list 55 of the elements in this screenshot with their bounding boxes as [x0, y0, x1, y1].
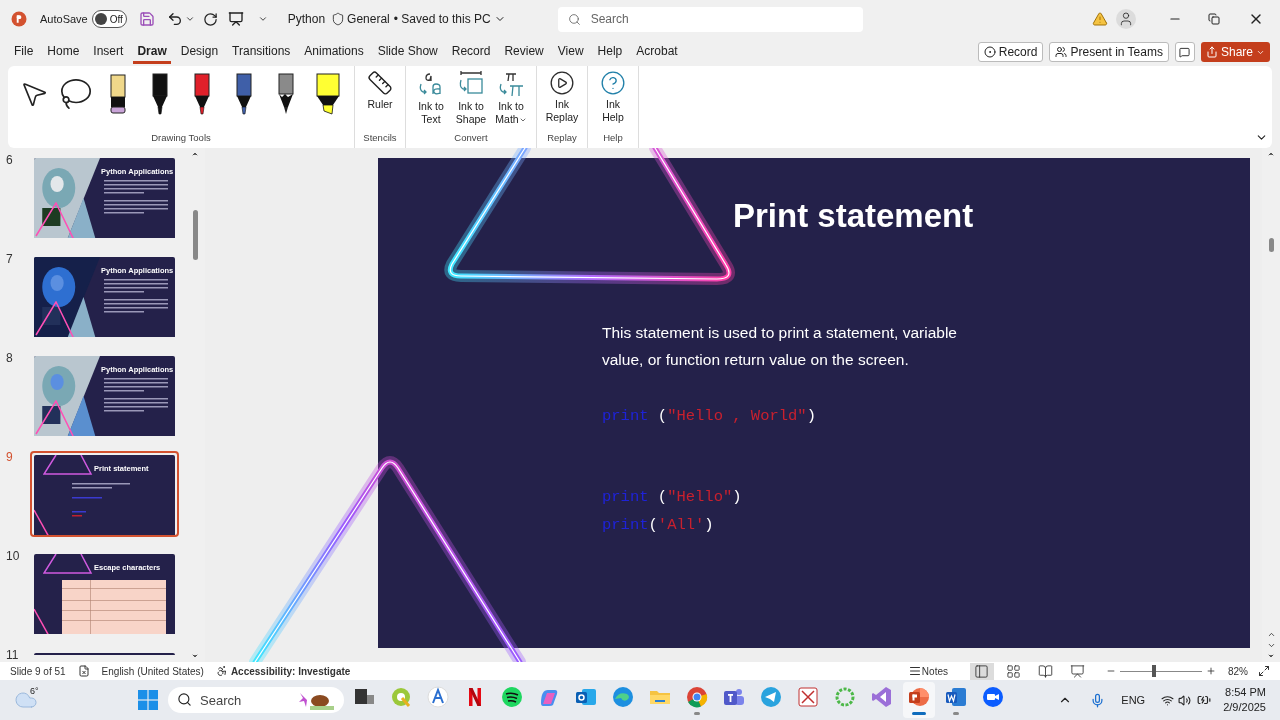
ribbon-tab[interactable]: Home: [43, 40, 84, 64]
notes-button[interactable]: Notes: [908, 663, 948, 679]
record-button[interactable]: Record: [977, 42, 1044, 62]
temperature: 6°: [30, 685, 39, 698]
slide-body-text: This statement is used to print a statement, variable value, or function return value on the screen.: [602, 323, 958, 370]
date: 2/9/2025: [1223, 700, 1266, 715]
group-label: Help: [602, 130, 624, 145]
code-line: print ("Hello"): [602, 487, 742, 508]
accessibility-status[interactable]: Accessibility: Investigate: [230, 663, 351, 679]
clock[interactable]: 8:54 PM 2/9/2025: [1223, 685, 1266, 715]
slide-number: 6: [6, 154, 14, 166]
ribbon-button[interactable]: Ink to Text: [412, 70, 450, 126]
code-line: print('All'): [602, 515, 715, 536]
zoom-level[interactable]: 82%: [1228, 663, 1248, 679]
time: 8:54 PM: [1225, 685, 1266, 700]
weather-widget[interactable]: 6°: [14, 688, 44, 712]
slide-number: 9: [6, 451, 14, 463]
taskbar-search-field[interactable]: Search: [168, 687, 344, 713]
ribbon-tab[interactable]: Help: [593, 40, 627, 64]
autosave-label: AutoSave: [40, 11, 88, 27]
ribbon-button[interactable]: Ink to Shape: [452, 70, 490, 126]
ribbon-tab[interactable]: Slide Show: [373, 40, 442, 64]
slide-number: 11: [6, 649, 20, 661]
group-label: Drawing Tools: [150, 130, 212, 145]
language-label[interactable]: English (United States): [101, 663, 204, 679]
ribbon-tab[interactable]: File: [10, 40, 38, 64]
sensitivity-label: General: [347, 11, 390, 28]
share-button[interactable]: Share: [1200, 42, 1270, 62]
code-line: print ("Hello , World"): [602, 406, 816, 427]
slide-title: Print statement: [733, 196, 974, 236]
ribbon-tab[interactable]: View: [553, 40, 588, 64]
search-field[interactable]: Search: [557, 6, 863, 32]
group-label: Replay: [546, 130, 578, 145]
slide-count: Slide 9 of 51: [10, 664, 66, 679]
group-label: Stencils: [362, 130, 398, 145]
ribbon-button[interactable]: Ink Replay: [543, 70, 581, 124]
group-label: Convert: [453, 130, 489, 145]
ribbon-tab[interactable]: Insert: [89, 40, 128, 64]
ribbon-tab[interactable]: Animations: [300, 40, 368, 64]
ribbon-tab[interactable]: Review: [500, 40, 548, 64]
ribbon-tab[interactable]: Record: [447, 40, 495, 64]
file-name: Python: [287, 11, 326, 28]
ribbon-tab[interactable]: Design: [176, 40, 223, 64]
ribbon-button[interactable]: Ruler: [361, 70, 399, 111]
slide-number: 8: [6, 352, 14, 364]
autosave-toggle[interactable]: Off: [91, 10, 127, 28]
ribbon-tab[interactable]: Acrobat: [632, 40, 682, 64]
slide-number: 7: [6, 253, 14, 265]
ribbon-tab[interactable]: Transitions: [228, 40, 295, 64]
ribbon-button[interactable]: Ink Help: [594, 70, 632, 124]
present-in-teams-button[interactable]: Present in Teams: [1049, 42, 1169, 62]
save-status: • Saved to this PC: [393, 11, 491, 28]
slide-number: 10: [6, 550, 21, 562]
ribbon-button[interactable]: Ink to Math: [492, 70, 530, 126]
input-language[interactable]: ENG: [1121, 691, 1146, 709]
